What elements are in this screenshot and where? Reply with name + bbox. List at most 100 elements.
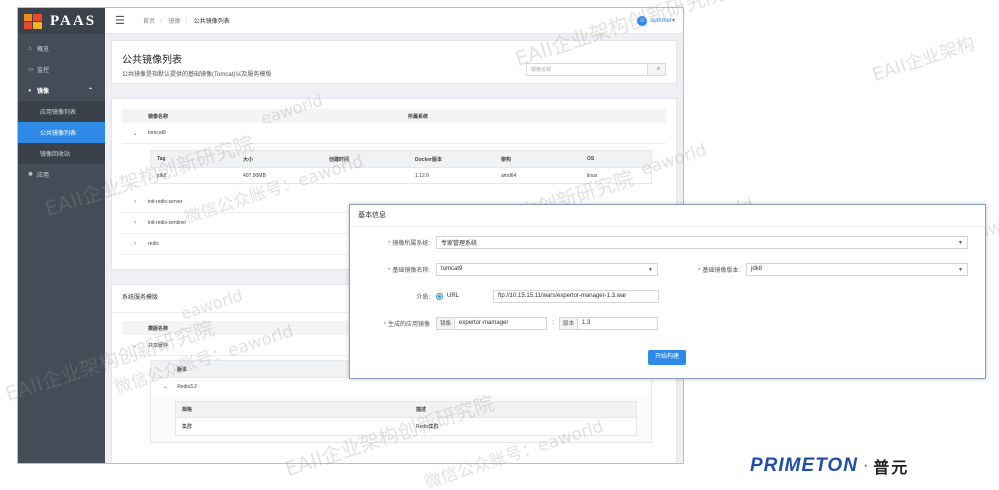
user-menu[interactable]: ☺ summer ▾: [637, 15, 675, 26]
cell: jdk8: [157, 172, 167, 179]
version-addon: 版本: [559, 316, 579, 330]
breadcrumb-home[interactable]: 首页: [143, 19, 155, 25]
avatar-icon: ☺: [637, 15, 648, 26]
table-row: jdk8 407.90MB 1.12.6 amd64 linux: [151, 167, 651, 183]
brand-en: PRIMETON: [750, 455, 858, 476]
cell: 407.90MB: [243, 172, 266, 179]
column-header: 镜像名称: [148, 113, 169, 120]
base-name-select[interactable]: tomcat9 ▼: [436, 262, 658, 276]
media-label: 介质:: [416, 294, 430, 301]
sidebar-subitem-public-images[interactable]: 公共镜像列表: [18, 122, 105, 143]
chevron-down-icon[interactable]: ⌄: [122, 130, 148, 137]
chevron-right-icon[interactable]: ›: [122, 220, 148, 226]
version-input[interactable]: 1.3: [578, 316, 659, 330]
search-icon[interactable]: ⌕: [647, 64, 665, 75]
chevron-down-icon[interactable]: ⌄: [163, 384, 167, 390]
caret-down-icon: ▼: [958, 239, 963, 246]
image-addon: 镜像: [436, 316, 456, 330]
table-header: 镜像名称 所属系统: [122, 109, 666, 123]
base-version-label: * 基础镜像版本:: [697, 267, 740, 274]
label-text: 生成的应用镜像: [387, 321, 430, 328]
menu-icon[interactable]: ☰: [115, 14, 129, 27]
cell: amd64: [501, 172, 517, 179]
sidebar-item-app[interactable]: ✺ 应用: [18, 164, 105, 185]
caret-down-icon: ▾: [671, 18, 675, 24]
generated-image-row: * 生成的应用镜像 镜像 expertor-mamager : 版本 1.3: [350, 316, 659, 330]
primeton-logo: PRIMETON · 普元: [750, 454, 909, 478]
colon-separator: :: [552, 320, 554, 326]
monitor-icon: ▭: [28, 67, 34, 73]
start-build-button[interactable]: 开始构建: [648, 350, 686, 365]
home-icon: ⌂: [28, 45, 32, 52]
topbar: ☰ 首页 / 镜像 / 公共镜像列表 ☺ summer ▾: [105, 8, 683, 34]
logo: PAAS: [18, 8, 105, 34]
url-radio-label: URL: [447, 293, 460, 299]
cell: 集群: [182, 424, 193, 430]
caret-down-icon: ▼: [648, 266, 653, 273]
base-name-row: * 基础镜像名称: tomcat9 ▼: [350, 262, 658, 276]
breadcrumb: 首页 / 镜像 / 公共镜像列表: [143, 19, 230, 25]
table-header: 规格 描述: [176, 402, 636, 417]
select-value: jdk8: [751, 266, 763, 272]
app-icon: ✺: [28, 172, 34, 178]
column-header: OS: [587, 156, 595, 162]
column-header: Docker版本: [415, 156, 442, 163]
sidebar-item-label: 概览: [37, 47, 50, 53]
column-header: 描述: [416, 407, 427, 413]
media-row: 介质: URL ftp://10.15.15.11/wars/expertor-…: [350, 289, 659, 303]
image-name: init-redis-sentinel: [148, 220, 186, 226]
label-text: 基础镜像版本:: [702, 267, 740, 274]
chevron-right-icon[interactable]: ›: [122, 199, 148, 205]
template-name: 共享缓存: [148, 342, 169, 349]
dialog-title: 基本信息: [350, 205, 985, 227]
column-header: 创建时间: [329, 156, 350, 163]
sidebar-item-overview[interactable]: ⌂ 概览: [18, 38, 105, 59]
breadcrumb-image[interactable]: 镜像: [168, 19, 180, 25]
table-row[interactable]: ⌄ Redis3.2: [151, 377, 651, 395]
sidebar-item-label: 应用: [37, 173, 50, 179]
sidebar-item-monitor[interactable]: ▭ 监控: [18, 59, 105, 80]
image-detail-table: Tag 大小 创建时间 Docker版本 架构 OS jdk8 407.90MB…: [150, 150, 652, 184]
column-header: 架构: [501, 156, 512, 163]
brand-cn: 普元: [873, 458, 910, 477]
chevron-down-icon[interactable]: ⌄: [122, 342, 148, 349]
presentation-slide: PAAS ⌂ 概览 ▭ 监控 ● 镜像 ⌃ 应用镜像列表 公共镜像列表 镜像回收…: [0, 0, 999, 490]
sidebar-subitem-recycle-bin[interactable]: 镜像回收站: [18, 143, 105, 164]
spec-table: 规格 描述 集群 Redis集群: [175, 401, 637, 436]
table-header: Tag 大小 创建时间 Docker版本 架构 OS: [151, 151, 651, 167]
version-name: Redis3.2: [177, 383, 197, 390]
caret-down-icon: ▼: [958, 266, 963, 273]
column-header: 规格: [182, 407, 193, 413]
table-row: 集群 Redis集群: [176, 417, 636, 435]
build-image-dialog: 基本信息 * 镜像所属系统: 专家管理系统 ▼ * 基础镜像名称: tomcat9 …: [349, 204, 986, 379]
column-header: 版本: [177, 366, 188, 373]
cell: Redis集群: [416, 424, 439, 430]
chevron-right-icon[interactable]: ›: [122, 241, 148, 247]
search-box[interactable]: 镜像名称 ⌕: [526, 63, 666, 76]
label-text: 基础镜像名称:: [392, 267, 430, 274]
search-input[interactable]: 镜像名称: [527, 66, 551, 73]
cell: 1.12.6: [415, 172, 429, 179]
base-name-label: * 基础镜像名称:: [387, 267, 430, 274]
generated-image-label: * 生成的应用镜像: [383, 321, 430, 328]
sidebar-item-label: 镜像: [37, 89, 50, 95]
system-select[interactable]: 专家管理系统 ▼: [436, 235, 968, 249]
image-icon: ●: [28, 87, 32, 94]
brand-dot: ·: [862, 457, 869, 474]
base-version-select[interactable]: jdk8 ▼: [746, 262, 968, 276]
column-header: 大小: [243, 156, 254, 163]
image-name: tomcat9: [148, 130, 166, 136]
column-header: Tag: [157, 156, 166, 162]
sidebar-item-image[interactable]: ● 镜像 ⌃: [18, 80, 105, 101]
url-radio[interactable]: [436, 292, 443, 300]
user-name: summer: [650, 17, 672, 24]
column-header: 模版名称: [148, 325, 169, 332]
sidebar-subitem-app-images[interactable]: 应用镜像列表: [18, 101, 105, 122]
page-header-card: 公共镜像列表 公共镜像是指默认提供的基础镜像(Tomcat)以及服务模版 镜像名…: [111, 40, 677, 84]
generated-image-input[interactable]: expertor-mamager: [455, 316, 548, 330]
table-row[interactable]: ⌄ tomcat9: [122, 123, 666, 144]
image-name: init-redis-server: [148, 199, 183, 205]
media-url-input[interactable]: ftp://10.15.15.11/wars/expertor-manager-…: [493, 289, 659, 303]
select-value: 专家管理系统: [441, 240, 478, 247]
chevron-up-icon: ⌃: [87, 88, 93, 94]
